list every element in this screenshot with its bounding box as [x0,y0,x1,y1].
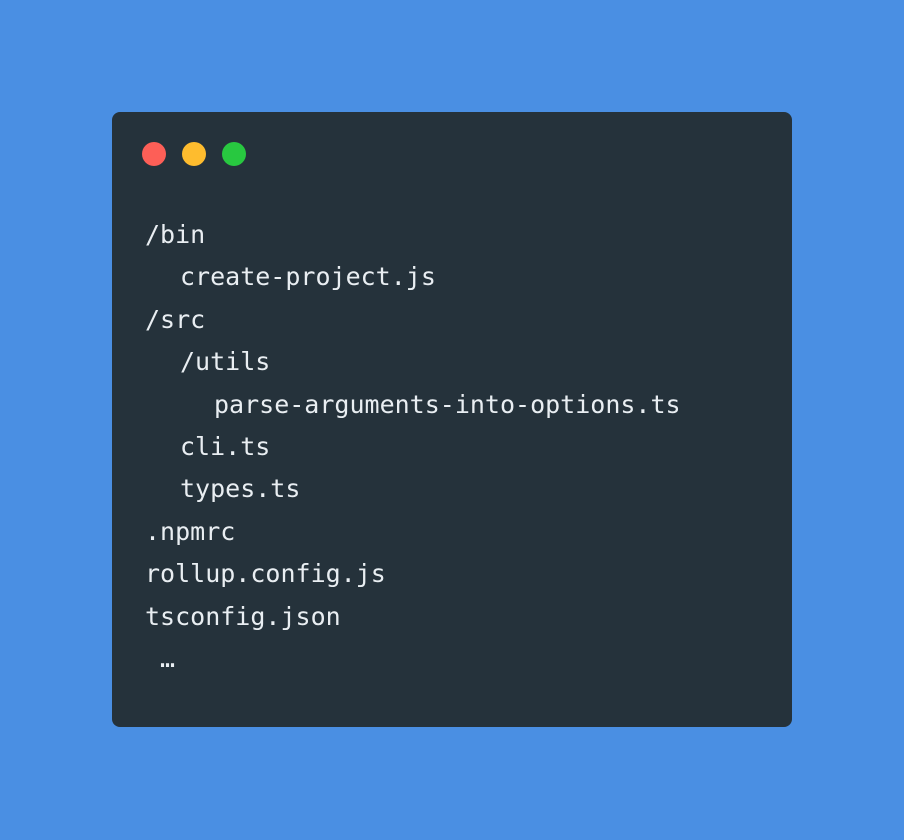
code-window: /bin create-project.js /src /utils parse… [112,112,792,727]
file-tree-line: types.ts [180,474,301,504]
file-tree-line: /utils [180,347,271,377]
file-tree-line: .npmrc [145,516,236,546]
file-tree-line: tsconfig.json [145,601,341,631]
minimize-button-icon[interactable] [182,142,206,166]
ellipsis-line: … [145,643,176,673]
file-tree-line: cli.ts [180,431,271,461]
close-button-icon[interactable] [142,142,166,166]
file-tree-line: /src [145,304,206,334]
file-tree-line: rollup.config.js [145,559,386,589]
file-tree-line: parse-arguments-into-options.ts [214,389,681,419]
file-tree-line: create-project.js [180,262,436,292]
file-tree-line: /bin [145,220,206,249]
maximize-button-icon[interactable] [222,142,246,166]
file-tree: /bin create-project.js /src /utils parse… [145,214,681,680]
